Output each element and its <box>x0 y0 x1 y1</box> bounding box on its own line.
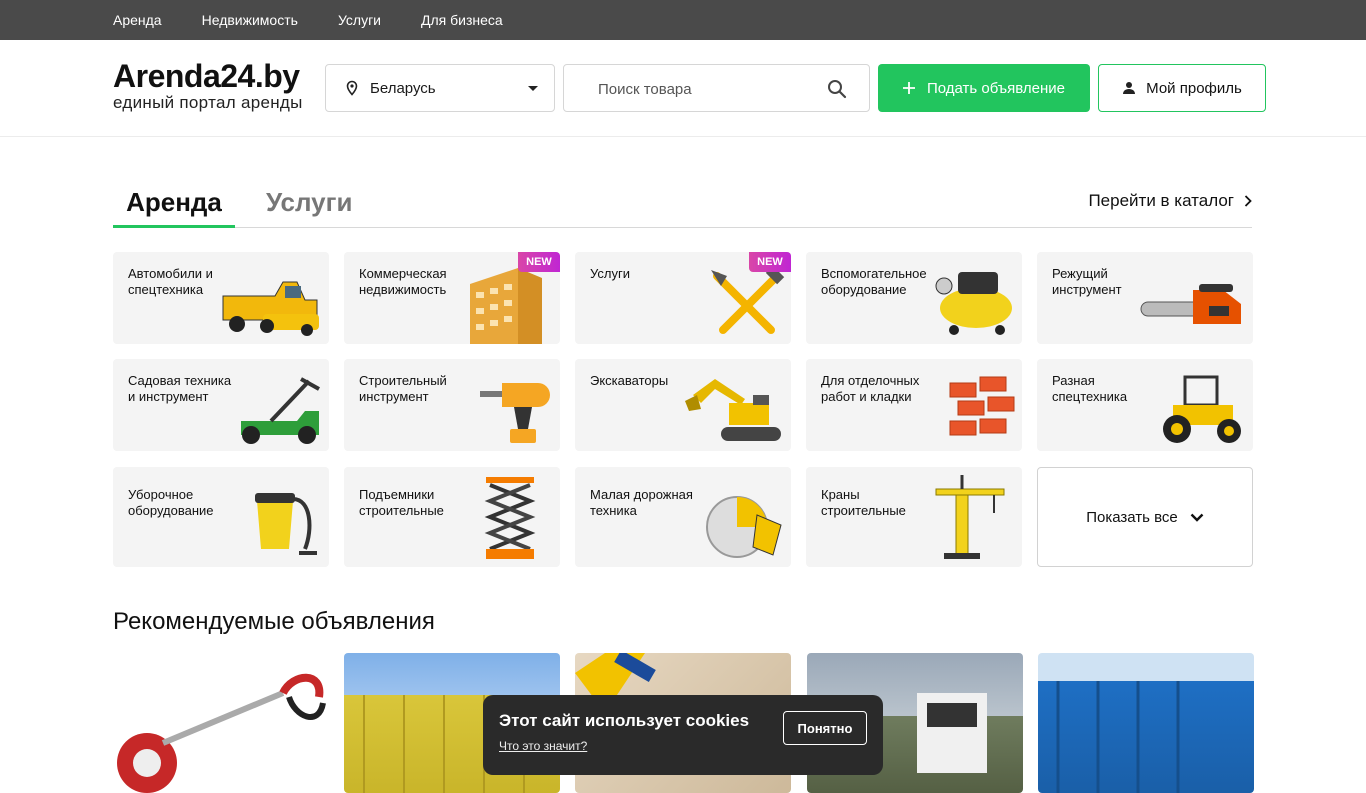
excavator-icon <box>685 379 781 441</box>
category-card[interactable]: Коммерческая недвижимость NEW <box>344 252 560 344</box>
chevron-down-icon <box>1190 513 1204 522</box>
category-card[interactable]: Экскаваторы <box>575 359 791 451</box>
chevron-down-icon <box>528 86 538 91</box>
category-label: Малая дорожная техника <box>590 487 693 518</box>
category-label: Подъемники строительные <box>359 487 444 518</box>
vacuum-icon <box>255 493 317 555</box>
header: Arenda24.by единый портал аренды Беларус… <box>0 40 1366 137</box>
region-select[interactable]: Беларусь <box>325 64 555 112</box>
topnav-business[interactable]: Для бизнеса <box>421 12 503 28</box>
cookie-accept-button[interactable]: Понятно <box>783 711 867 745</box>
category-card[interactable]: Автомобили и спецтехника <box>113 252 329 344</box>
listing-card[interactable] <box>1038 653 1254 793</box>
compressor-icon <box>935 272 1012 335</box>
top-nav: Аренда Недвижимость Услуги Для бизнеса <box>113 0 503 40</box>
category-label: Садовая техника и инструмент <box>128 373 232 404</box>
concrete-saw-icon <box>706 496 782 558</box>
listing-image <box>1056 681 1180 793</box>
user-icon <box>1123 82 1136 94</box>
scissor-lift-icon <box>484 477 536 559</box>
post-ad-button[interactable]: Подать объявление <box>878 64 1090 112</box>
category-card[interactable]: Для отделочных работ и кладки <box>806 359 1022 451</box>
lawnmower-icon <box>241 377 320 444</box>
category-label: Строительный инструмент <box>359 373 447 404</box>
cookie-message: Этот сайт использует cookies <box>499 711 750 730</box>
category-card[interactable]: Садовая техника и инструмент <box>113 359 329 451</box>
my-profile-label: Мой профиль <box>1146 79 1242 97</box>
category-card[interactable]: Строительный инструмент <box>344 359 560 451</box>
category-card[interactable]: Подъемники строительные <box>344 467 560 567</box>
region-value: Беларусь <box>370 79 436 97</box>
topnav-realty[interactable]: Недвижимость <box>202 12 298 28</box>
chevron-right-icon <box>1244 195 1252 207</box>
listing-image <box>117 673 326 793</box>
category-card[interactable]: Режущий инструмент <box>1037 252 1253 344</box>
category-label: Краны строительные <box>821 487 906 518</box>
tab-services[interactable]: Услуги <box>266 181 352 228</box>
recommended-title: Рекомендуемые объявления <box>113 608 435 635</box>
category-card[interactable]: Уборочное оборудование <box>113 467 329 567</box>
post-ad-label: Подать объявление <box>926 79 1066 97</box>
top-navigation-bar: Аренда Недвижимость Услуги Для бизнеса <box>0 0 1366 40</box>
location-pin-icon <box>346 80 358 96</box>
category-card[interactable]: Разная спецтехника <box>1037 359 1253 451</box>
category-label: Вспомогательное оборудование <box>821 266 927 297</box>
dump-truck-icon <box>222 281 319 336</box>
category-tabs: Аренда Услуги Перейти в каталог <box>113 181 1252 228</box>
category-card[interactable]: Краны строительные <box>806 467 1022 567</box>
listing-card[interactable] <box>113 653 329 793</box>
category-label: Для отделочных работ и кладки <box>821 373 920 404</box>
topnav-services[interactable]: Услуги <box>338 12 381 28</box>
new-badge: NEW <box>518 252 560 272</box>
tools-icon <box>711 268 785 334</box>
topnav-rent[interactable]: Аренда <box>113 12 162 28</box>
category-card[interactable]: Вспомогательное оборудование <box>806 252 1022 344</box>
search-box <box>563 64 870 112</box>
category-card[interactable]: Услуги NEW <box>575 252 791 344</box>
new-badge: NEW <box>749 252 791 272</box>
search-icon[interactable] <box>827 79 847 99</box>
category-label: Коммерческая недвижимость <box>359 266 447 297</box>
drill-icon <box>480 383 550 443</box>
cookie-more-link[interactable]: Что это значит? <box>499 739 587 753</box>
go-to-catalog-link[interactable]: Перейти в каталог <box>1088 191 1252 211</box>
logo-tagline: единый портал аренды <box>113 93 303 112</box>
tractor-icon <box>1163 375 1241 443</box>
show-all-label: Показать все <box>1086 508 1178 526</box>
logo-name: Arenda24.by <box>113 58 300 94</box>
bricks-icon <box>949 376 1015 436</box>
crane-icon <box>935 475 1005 559</box>
chainsaw-icon <box>1140 284 1241 324</box>
category-card[interactable]: Малая дорожная техника <box>575 467 791 567</box>
catalog-link-label: Перейти в каталог <box>1088 191 1234 210</box>
show-all-button[interactable]: Показать все <box>1037 467 1253 567</box>
building-icon <box>470 268 542 344</box>
my-profile-button[interactable]: Мой профиль <box>1098 64 1266 112</box>
cookie-banner: Этот сайт использует cookies Что это зна… <box>483 695 883 775</box>
category-label: Разная спецтехника <box>1052 373 1128 404</box>
category-label: Услуги <box>590 266 630 281</box>
search-input[interactable] <box>598 78 818 100</box>
tab-rent[interactable]: Аренда <box>113 181 235 228</box>
logo[interactable]: Arenda24.by единый портал аренды <box>113 58 303 111</box>
plus-icon <box>902 82 915 94</box>
category-label: Уборочное оборудование <box>128 487 214 518</box>
